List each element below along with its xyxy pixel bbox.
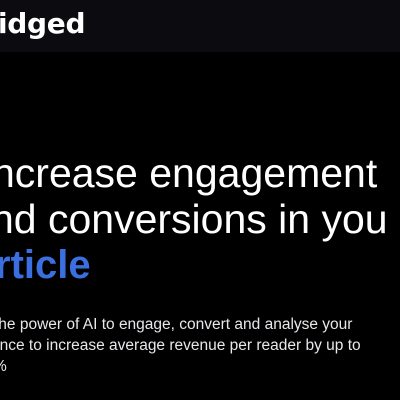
brand-logo[interactable]: idged bbox=[0, 7, 86, 41]
hero-headline: ncrease engagement nd conversions in you… bbox=[0, 150, 400, 288]
hero-subtext: the power of AI to engage, convert and a… bbox=[0, 314, 400, 377]
headline-line-2: nd conversions in you bbox=[0, 196, 388, 242]
headline-highlight: rticle bbox=[0, 243, 91, 287]
top-navbar: idged bbox=[0, 0, 400, 52]
headline-line-1: ncrease engagement bbox=[0, 150, 378, 196]
subtext-line-2: ence to increase average revenue per rea… bbox=[0, 337, 361, 354]
subtext-line-3: % bbox=[0, 356, 393, 377]
subtext-line-1: the power of AI to engage, convert and a… bbox=[0, 316, 353, 333]
